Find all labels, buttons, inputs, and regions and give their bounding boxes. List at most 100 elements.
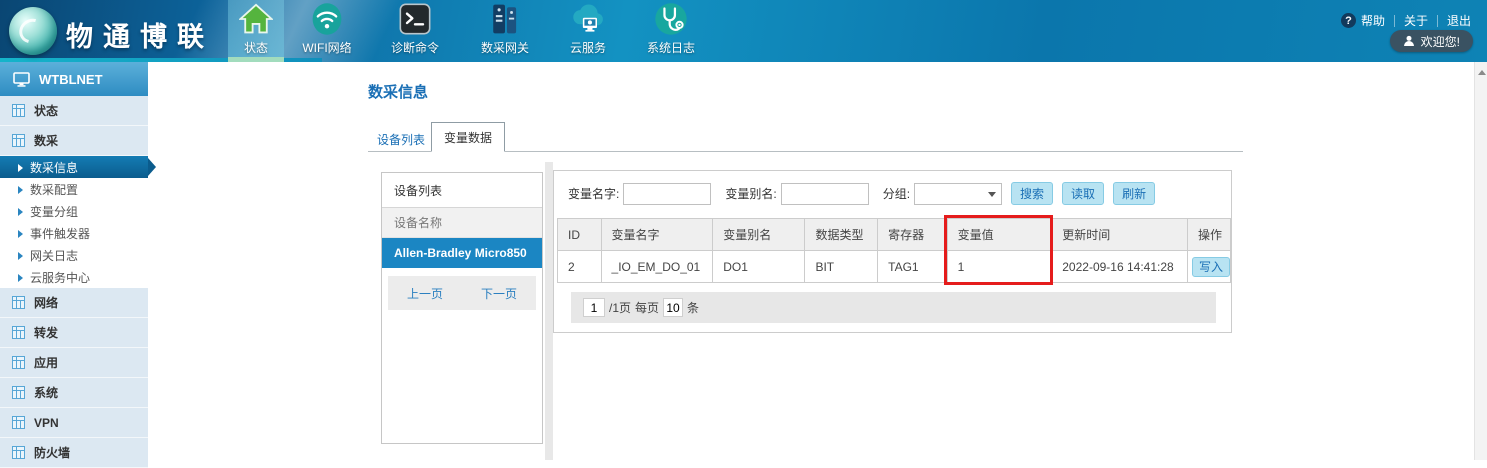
write-button[interactable]: 写入 <box>1192 257 1230 277</box>
next-page-button[interactable]: 下一页 <box>481 285 517 302</box>
scroll-up-icon[interactable] <box>1475 65 1487 79</box>
nav-item-wifi[interactable]: WIFI网络 <box>284 0 370 62</box>
about-link[interactable]: 关于 <box>1404 12 1428 29</box>
filter-row: 变量名字: 变量别名: 分组: 搜索 读取 刷新 <box>568 182 1155 205</box>
refresh-button[interactable]: 刷新 <box>1113 182 1155 205</box>
col-variable-alias: 变量别名 <box>713 219 805 251</box>
variable-alias-input[interactable] <box>781 183 869 205</box>
col-variable-value: 变量值 <box>947 219 1052 251</box>
search-button[interactable]: 搜索 <box>1011 182 1053 205</box>
table-row: 2 _IO_EM_DO_01 DO1 BIT TAG1 1 2022-09-16… <box>558 251 1231 283</box>
group-select[interactable] <box>914 183 1002 205</box>
nav-label: 系统日志 <box>647 39 695 56</box>
sidebar-item-system[interactable]: 系统 <box>0 378 148 408</box>
gateway-icon <box>488 1 522 37</box>
read-button[interactable]: 读取 <box>1062 182 1104 205</box>
variable-alias-label: 变量别名: <box>725 185 776 202</box>
grid-icon <box>12 386 25 399</box>
tab-variable-data[interactable]: 变量数据 <box>431 122 505 152</box>
tab-device-list[interactable]: 设备列表 <box>377 131 425 148</box>
sidebar-item-label: 数采信息 <box>30 159 78 176</box>
col-id: ID <box>558 219 602 251</box>
nav-item-status[interactable]: 状态 <box>228 0 284 62</box>
variable-name-label: 变量名字: <box>568 185 619 202</box>
nav-label: 云服务 <box>570 39 606 56</box>
sidebar-item-daq-config[interactable]: 数采配置 <box>0 178 148 200</box>
sidebar-item-label: 事件触发器 <box>30 225 90 242</box>
sidebar-item-event-trigger[interactable]: 事件触发器 <box>0 222 148 244</box>
device-panel-header: 设备列表 <box>382 173 542 208</box>
nav-item-diagnostics[interactable]: 诊断命令 <box>370 0 460 62</box>
cell-data-type: BIT <box>805 251 878 283</box>
grid-icon <box>12 296 25 309</box>
cell-update-time: 2022-09-16 14:41:28 <box>1052 251 1188 283</box>
link-divider <box>1394 15 1395 27</box>
monitor-icon <box>13 72 30 87</box>
terminal-icon <box>399 1 431 37</box>
cell-variable-alias: DO1 <box>713 251 805 283</box>
group-label: 分组: <box>883 185 910 202</box>
sidebar-title-label: WTBLNET <box>39 72 103 87</box>
sidebar-item-label: 网关日志 <box>30 247 78 264</box>
sidebar-item-var-group[interactable]: 变量分组 <box>0 200 148 222</box>
sidebar-item-daq-info[interactable]: 数采信息 <box>0 156 148 178</box>
link-divider <box>1437 15 1438 27</box>
grid-icon <box>12 416 25 429</box>
nav-label: 诊断命令 <box>391 39 439 56</box>
sidebar-item-network[interactable]: 网络 <box>0 288 148 318</box>
variable-name-input[interactable] <box>623 183 711 205</box>
nav-label: 数采网关 <box>481 39 529 56</box>
top-header: 物通博联 状态 WIFI网络 诊断命令 数采网关 <box>0 0 1487 62</box>
panel-splitter[interactable] <box>545 162 553 460</box>
prev-page-button[interactable]: 上一页 <box>407 285 443 302</box>
sidebar-item-label: 云服务中心 <box>30 269 90 286</box>
per-page-label: 每页 <box>635 299 659 316</box>
sidebar-item-firewall[interactable]: 防火墙 <box>0 438 148 468</box>
page-number-input[interactable] <box>583 298 605 317</box>
nav-item-cloud[interactable]: 云服务 <box>550 0 626 62</box>
device-row-selected[interactable]: Allen-Bradley Micro850 <box>382 238 542 268</box>
welcome-button[interactable]: 欢迎您! <box>1390 30 1473 52</box>
top-navigation: 状态 WIFI网络 诊断命令 数采网关 云服务 <box>228 0 716 62</box>
welcome-label: 欢迎您! <box>1421 33 1460 50</box>
cell-variable-value: 1 <box>947 251 1052 283</box>
sidebar-title: WTBLNET <box>0 62 148 96</box>
sidebar-item-gateway-log[interactable]: 网关日志 <box>0 244 148 266</box>
nav-item-syslog[interactable]: 系统日志 <box>626 0 716 62</box>
nav-label: WIFI网络 <box>302 39 351 56</box>
grid-icon <box>12 134 25 147</box>
pagination-bar: /1页 每页 条 <box>571 292 1216 323</box>
chevron-down-icon <box>988 192 996 197</box>
device-list-panel: 设备列表 设备名称 Allen-Bradley Micro850 上一页 下一页 <box>381 172 543 444</box>
cloud-icon <box>570 1 606 37</box>
sidebar-item-status[interactable]: 状态 <box>0 96 148 126</box>
sidebar-item-vpn[interactable]: VPN <box>0 408 148 438</box>
sidebar-item-application[interactable]: 应用 <box>0 348 148 378</box>
logout-link[interactable]: 退出 <box>1447 12 1471 29</box>
person-icon <box>1403 35 1415 47</box>
nav-label: 状态 <box>244 39 268 56</box>
nav-item-gateway[interactable]: 数采网关 <box>460 0 550 62</box>
sidebar-item-label: 防火墙 <box>34 444 70 461</box>
grid-icon <box>12 356 25 369</box>
page-title: 数采信息 <box>368 81 428 102</box>
sidebar-item-cloud-center[interactable]: 云服务中心 <box>0 266 148 288</box>
help-link[interactable]: 帮助 <box>1361 12 1385 29</box>
header-links: ? 帮助 关于 退出 <box>1341 12 1471 29</box>
wifi-icon <box>311 1 343 37</box>
col-update-time: 更新时间 <box>1052 219 1188 251</box>
sidebar-item-label: 变量分组 <box>30 203 78 220</box>
col-action: 操作 <box>1187 219 1230 251</box>
device-name-column-header: 设备名称 <box>382 208 542 238</box>
sidebar-item-label: 数采配置 <box>30 181 78 198</box>
per-page-input[interactable] <box>663 298 683 317</box>
sidebar-item-forwarding[interactable]: 转发 <box>0 318 148 348</box>
logo-swirl <box>15 14 50 48</box>
sidebar-item-label: 应用 <box>34 354 58 371</box>
help-icon: ? <box>1341 13 1356 28</box>
vertical-scrollbar[interactable] <box>1474 62 1487 460</box>
grid-icon <box>12 104 25 117</box>
sidebar-item-daq[interactable]: 数采 <box>0 126 148 156</box>
cell-register: TAG1 <box>878 251 947 283</box>
col-register: 寄存器 <box>878 219 947 251</box>
